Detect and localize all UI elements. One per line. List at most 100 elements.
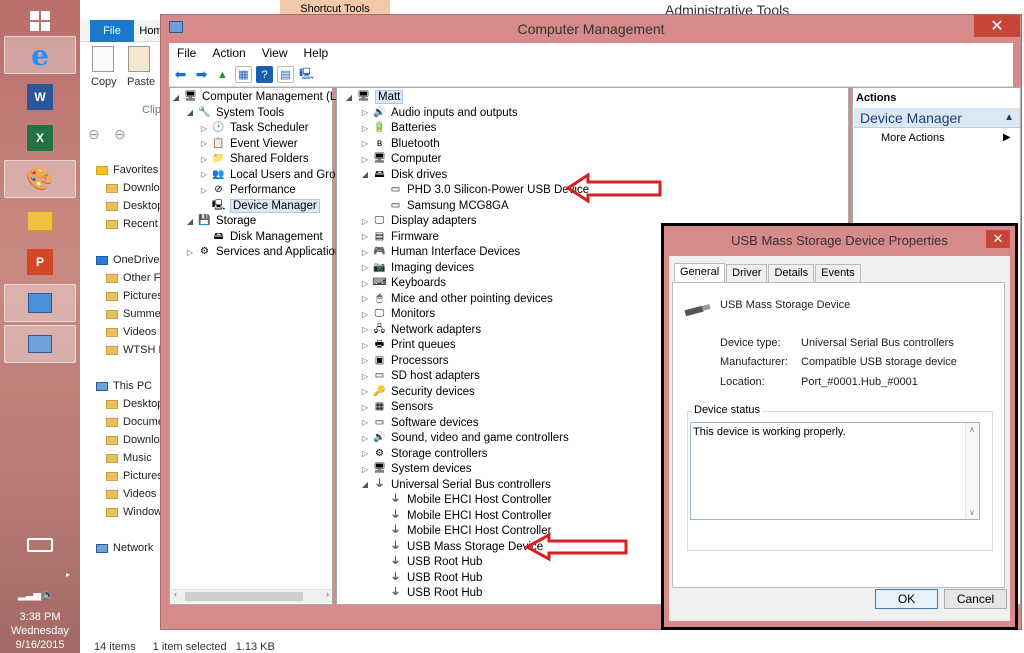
nav-item-16[interactable]: Videos [106, 488, 160, 500]
more-actions-item[interactable]: More Actions [881, 132, 945, 144]
tab-details[interactable]: Details [768, 264, 815, 283]
collapsed-icon[interactable]: ▷ [360, 248, 370, 257]
collapsed-icon[interactable]: ▷ [360, 232, 370, 241]
tree-item-universal-serial-bus-controllers[interactable]: ◢ ⏚ Universal Serial Bus controllers [360, 477, 551, 493]
tree-item-firmware[interactable]: ▷ ▤ Firmware [360, 229, 439, 245]
expanded-icon[interactable]: ◢ [360, 480, 370, 489]
tree-item-disk-management[interactable]: 🖴 Disk Management [199, 229, 322, 245]
tree-item-human-interface-devices[interactable]: ▷ 🎮 Human Interface Devices [360, 244, 520, 260]
keyboard-icon[interactable] [4, 530, 76, 560]
collapsed-icon[interactable]: ▷ [360, 387, 370, 396]
clock-day[interactable]: Wednesday [0, 624, 80, 639]
collapsed-icon[interactable]: ▷ [360, 294, 370, 303]
word-icon[interactable]: W [4, 78, 76, 116]
menu-action[interactable]: Action [204, 46, 253, 60]
tree-item-network-adapters[interactable]: ▷ 🖧 Network adapters [360, 322, 481, 338]
expanded-icon[interactable]: ◢ [185, 217, 195, 226]
paint-icon[interactable]: 🎨 [4, 160, 76, 198]
paste-button[interactable]: Paste [127, 76, 155, 88]
tree-item-bluetooth[interactable]: ▷ ʙ Bluetooth [360, 136, 440, 152]
tree-item-phd-3-0-silicon-power-usb-device[interactable]: ▭ PHD 3.0 Silicon-Power USB Device [376, 182, 589, 198]
cancel-button[interactable]: Cancel [944, 589, 1007, 609]
scan-hardware-icon[interactable]: 🖳 [298, 66, 315, 83]
ok-button[interactable]: OK [875, 589, 938, 609]
actions-device-manager[interactable]: Device Manager ▲ [854, 108, 1020, 128]
expanded-icon[interactable]: ◢ [360, 170, 370, 179]
tree-item-batteries[interactable]: ▷ 🔋 Batteries [360, 120, 436, 136]
collapsed-icon[interactable]: ▷ [199, 155, 209, 164]
collapsed-icon[interactable]: ▷ [185, 248, 195, 257]
tree-item-mobile-ehci-host-controller[interactable]: ⏚ Mobile EHCI Host Controller [376, 508, 552, 524]
tree-item-services-and-applications[interactable]: ▷ ⚙ Services and Applications [185, 244, 347, 260]
nav-item-12[interactable]: Docume [106, 416, 160, 428]
nav-item-11[interactable]: Desktop [106, 398, 160, 410]
excel-icon[interactable]: X [4, 119, 76, 157]
collapsed-icon[interactable]: ▷ [360, 139, 370, 148]
collapsed-icon[interactable]: ▷ [360, 124, 370, 133]
scroll-right-icon[interactable]: › [326, 589, 329, 599]
tree-horizontal-scrollbar[interactable]: ‹ › [171, 589, 332, 603]
tree-item-mice-and-other-pointing-devices[interactable]: ▷ 🖱 Mice and other pointing devices [360, 291, 553, 307]
nav-item-8[interactable]: Videos [106, 326, 160, 338]
scroll-left-icon[interactable]: ‹ [174, 589, 177, 599]
nav-item-3[interactable]: Recent p [106, 218, 160, 230]
tree-item-task-scheduler[interactable]: ▷ 🕑 Task Scheduler [199, 120, 309, 136]
tree-item-usb-root-hub[interactable]: ⏚ USB Root Hub [376, 585, 483, 601]
collapsed-icon[interactable]: ▷ [360, 155, 370, 164]
tree-item-display-adapters[interactable]: ▷ 🖵 Display adapters [360, 213, 477, 229]
tree-item-samsung-mcg8ga[interactable]: ▭ Samsung MCG8GA [376, 198, 509, 214]
collapsed-icon[interactable]: ▷ [360, 108, 370, 117]
back-arrow-icon[interactable]: ⬅ [172, 66, 189, 83]
tree-item-sensors[interactable]: ▷ ▦ Sensors [360, 399, 433, 415]
nav-item-1[interactable]: Downlo [106, 182, 160, 194]
collapsed-icon[interactable]: ▷ [199, 124, 209, 133]
nav-item-15[interactable]: Pictures [106, 470, 160, 482]
nav-item-13[interactable]: Downlo [106, 434, 160, 446]
tree-item-storage-controllers[interactable]: ▷ ⚙ Storage controllers [360, 446, 488, 462]
nav-item-6[interactable]: Pictures [106, 290, 160, 302]
tree-item-processors[interactable]: ▷ ▣ Processors [360, 353, 449, 369]
scroll-up-icon[interactable]: ∧ [969, 425, 975, 434]
collapse-icon[interactable]: ▲ [1004, 112, 1014, 123]
nav-item-14[interactable]: Music [106, 452, 160, 464]
tree-item-software-devices[interactable]: ▷ ▭ Software devices [360, 415, 479, 431]
collapsed-icon[interactable]: ▷ [199, 139, 209, 148]
tree-item-usb-root-hub[interactable]: ⏚ USB Root Hub [376, 570, 483, 586]
tree-item-matt[interactable]: ◢ 🖥 Matt [344, 89, 404, 105]
nav-item-2[interactable]: Desktop [106, 200, 160, 212]
forward-arrow-icon[interactable]: ➡ [193, 66, 210, 83]
start-button[interactable] [4, 2, 76, 40]
powerpoint-icon[interactable]: P [4, 243, 76, 281]
collapsed-icon[interactable]: ▷ [360, 263, 370, 272]
show-hide-tree-icon[interactable]: ▦ [235, 66, 252, 83]
copy-button[interactable]: Copy [91, 76, 117, 88]
tree-item-shared-folders[interactable]: ▷ 📁 Shared Folders [199, 151, 309, 167]
internet-explorer-icon[interactable]: e [4, 36, 76, 74]
tree-item-sd-host-adapters[interactable]: ▷ ▭ SD host adapters [360, 368, 480, 384]
volume-tray-icon[interactable]: 🔈 [42, 590, 54, 601]
nav-item-10[interactable]: This PC [96, 380, 166, 392]
nav-item-0[interactable]: Favorites [96, 164, 166, 176]
tree-item-audio-inputs-and-outputs[interactable]: ▷ 🔊 Audio inputs and outputs [360, 105, 518, 121]
collapsed-icon[interactable]: ▷ [199, 170, 209, 179]
control-panel-icon[interactable] [4, 284, 76, 322]
properties-icon[interactable]: ▤ [277, 66, 294, 83]
tree-item-print-queues[interactable]: ▷ 🖶 Print queues [360, 337, 456, 353]
clock-date[interactable]: 9/16/2015 [0, 638, 80, 653]
file-explorer-icon[interactable] [4, 202, 76, 240]
nav-item-18[interactable]: Network [96, 542, 166, 554]
collapsed-icon[interactable]: ▷ [360, 217, 370, 226]
forward-icon[interactable]: ⊖ [114, 126, 126, 143]
computer-management-icon[interactable] [4, 325, 76, 363]
tree-item-usb-root-hub[interactable]: ⏚ USB Root Hub [376, 554, 483, 570]
nav-item-9[interactable]: WTSH P [106, 344, 160, 356]
file-tab[interactable]: File [90, 20, 134, 42]
scrollbar-thumb[interactable] [185, 592, 303, 601]
collapsed-icon[interactable]: ▷ [360, 310, 370, 319]
collapsed-icon[interactable]: ▷ [360, 434, 370, 443]
tree-item-imaging-devices[interactable]: ▷ 📷 Imaging devices [360, 260, 474, 276]
tree-item-computer[interactable]: ▷ 🖥 Computer [360, 151, 442, 167]
expanded-icon[interactable]: ◢ [171, 93, 181, 102]
tree-item-local-users-and-groups[interactable]: ▷ 👥 Local Users and Groups [199, 167, 354, 183]
nav-item-5[interactable]: Other Fi [106, 272, 160, 284]
